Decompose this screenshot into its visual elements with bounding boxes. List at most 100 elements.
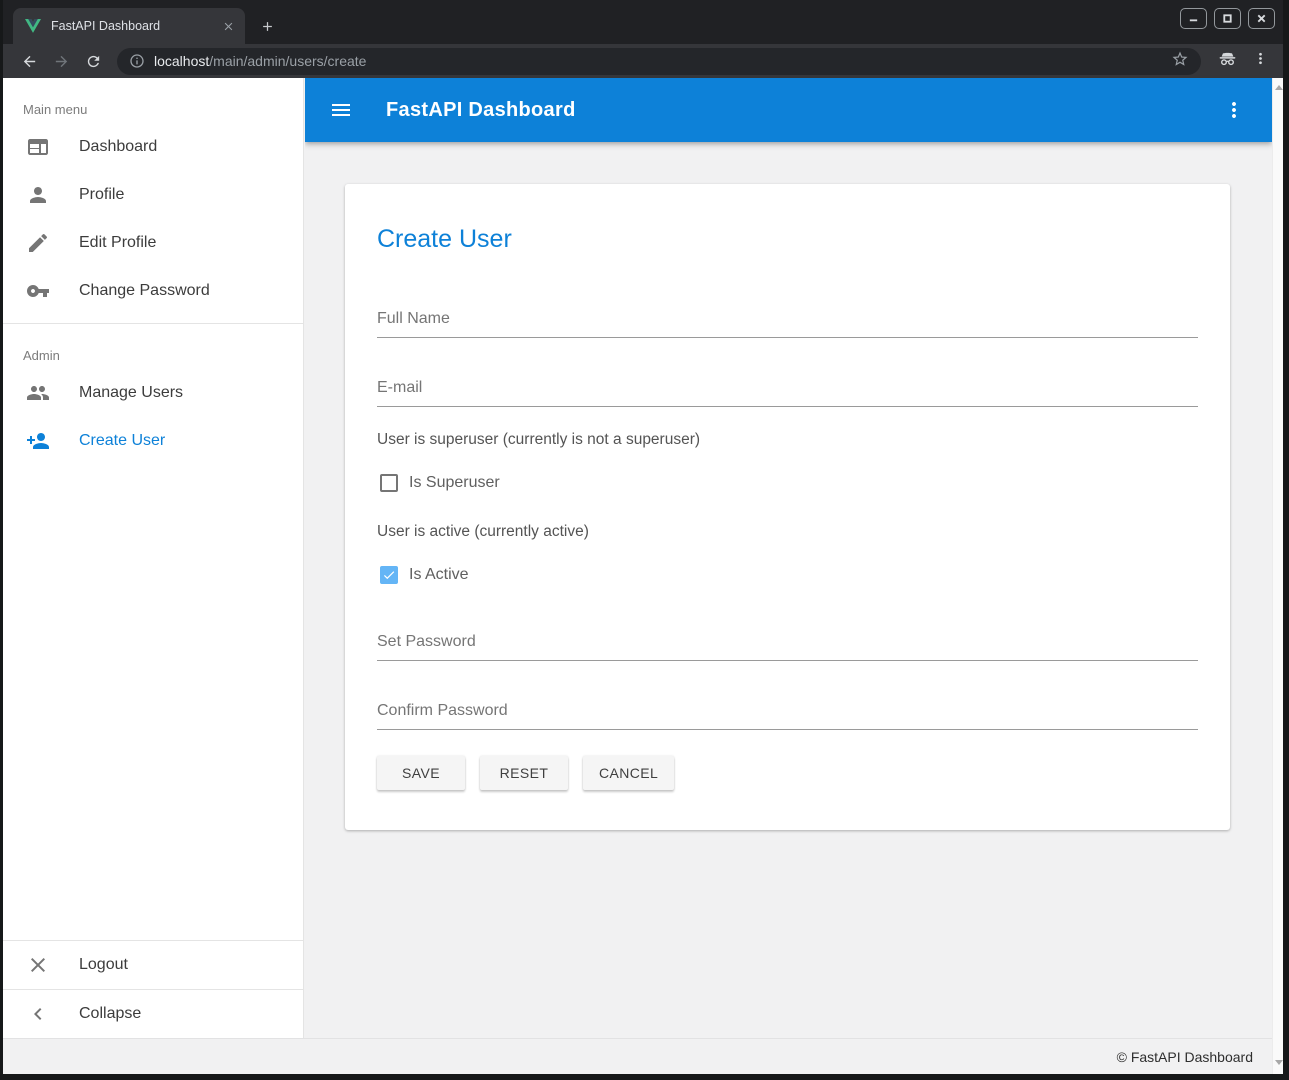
- reset-button[interactable]: RESET: [480, 756, 568, 790]
- appbar-title: FastAPI Dashboard: [386, 99, 576, 122]
- form-actions: SAVE RESET CANCEL: [377, 756, 1198, 790]
- close-icon: [1256, 13, 1267, 24]
- incognito-icon: [1217, 48, 1238, 74]
- app-body: Main menu Dashboard Profile Edit Profile…: [3, 78, 1283, 1038]
- star-icon: [1171, 50, 1189, 68]
- vertical-scrollbar[interactable]: [1272, 78, 1283, 1074]
- arrow-forward-icon: [53, 53, 70, 70]
- vue-favicon-icon: [25, 19, 41, 33]
- dashboard-icon: [26, 135, 50, 159]
- minimize-icon: [1188, 13, 1199, 24]
- person-icon: [26, 183, 50, 207]
- kebab-icon: [1252, 50, 1269, 67]
- sidebar-item-label: Profile: [79, 186, 124, 204]
- appbar: FastAPI Dashboard: [305, 78, 1272, 142]
- sidebar: Main menu Dashboard Profile Edit Profile…: [3, 78, 304, 1038]
- kebab-icon: [1222, 98, 1246, 122]
- is-superuser-row[interactable]: Is Superuser: [377, 472, 1198, 494]
- tab-title: FastAPI Dashboard: [51, 19, 219, 33]
- new-tab-button[interactable]: [253, 12, 281, 40]
- sidebar-section-main-menu: Main menu: [3, 78, 303, 123]
- chevron-left-icon: [26, 1002, 50, 1026]
- maximize-button[interactable]: [1214, 8, 1241, 29]
- create-user-card: Create User User is superuser (currently…: [345, 184, 1230, 830]
- sidebar-item-create-user[interactable]: Create User: [3, 417, 303, 465]
- sidebar-item-manage-users[interactable]: Manage Users: [3, 369, 303, 417]
- people-icon: [26, 381, 50, 405]
- toolbar-right: [1217, 48, 1269, 74]
- close-icon: [26, 953, 50, 977]
- sidebar-bottom: Logout Collapse: [3, 940, 303, 1038]
- set-password-field[interactable]: [377, 632, 1198, 661]
- plus-icon: [260, 19, 275, 34]
- page: Create User User is superuser (currently…: [305, 142, 1272, 830]
- reload-button[interactable]: [80, 48, 106, 74]
- confirm-password-field[interactable]: [377, 701, 1198, 730]
- email-input[interactable]: [377, 378, 1198, 397]
- window-frame: FastAPI Dashboard localhost/main/admin/u…: [3, 0, 1283, 1074]
- person-add-icon: [26, 429, 50, 453]
- browser-toolbar: localhost/main/admin/users/create: [3, 44, 1283, 78]
- confirm-password-input[interactable]: [377, 701, 1198, 720]
- url-host: localhost: [154, 53, 209, 69]
- full-name-input[interactable]: [377, 309, 1198, 328]
- sidebar-item-edit-profile[interactable]: Edit Profile: [3, 219, 303, 267]
- tab-close-icon[interactable]: [219, 17, 237, 35]
- sidebar-item-dashboard[interactable]: Dashboard: [3, 123, 303, 171]
- is-active-checkbox[interactable]: [380, 566, 398, 584]
- field-underline: [377, 337, 1198, 338]
- save-button[interactable]: SAVE: [377, 756, 465, 790]
- main-content: FastAPI Dashboard Create User: [305, 78, 1272, 1038]
- page-title: Create User: [377, 225, 1198, 253]
- scrollbar-down-icon[interactable]: [1275, 1060, 1283, 1065]
- sidebar-item-collapse[interactable]: Collapse: [3, 990, 303, 1038]
- close-window-button[interactable]: [1248, 8, 1275, 29]
- sidebar-item-label: Logout: [79, 956, 128, 974]
- sidebar-section-admin: Admin: [3, 324, 303, 369]
- scrollbar-up-icon[interactable]: [1275, 85, 1283, 90]
- reload-icon: [85, 53, 102, 70]
- window-controls: [1180, 8, 1275, 29]
- back-button[interactable]: [16, 48, 42, 74]
- app-footer: © FastAPI Dashboard: [3, 1038, 1283, 1074]
- set-password-input[interactable]: [377, 632, 1198, 651]
- sidebar-item-change-password[interactable]: Change Password: [3, 267, 303, 315]
- browser-window: FastAPI Dashboard localhost/main/admin/u…: [0, 0, 1289, 1080]
- sidebar-item-label: Change Password: [79, 282, 210, 300]
- maximize-icon: [1222, 13, 1233, 24]
- arrow-back-icon: [21, 53, 38, 70]
- browser-menu-button[interactable]: [1252, 50, 1269, 72]
- bookmark-button[interactable]: [1171, 50, 1189, 73]
- url-path: /main/admin/users/create: [209, 53, 366, 69]
- cancel-button[interactable]: CANCEL: [583, 756, 674, 790]
- hamburger-icon: [329, 98, 353, 122]
- browser-tabstrip: FastAPI Dashboard: [3, 0, 1283, 44]
- is-superuser-checkbox[interactable]: [380, 474, 398, 492]
- forward-button[interactable]: [48, 48, 74, 74]
- check-icon: [382, 567, 396, 583]
- is-superuser-label: Is Superuser: [409, 474, 500, 492]
- copyright-text: © FastAPI Dashboard: [1117, 1049, 1253, 1065]
- sidebar-item-label: Collapse: [79, 1005, 141, 1023]
- active-hint: User is active (currently active): [377, 522, 1198, 542]
- sidebar-item-label: Create User: [79, 432, 165, 450]
- address-bar[interactable]: localhost/main/admin/users/create: [117, 48, 1201, 75]
- superuser-hint: User is superuser (currently is not a su…: [377, 430, 1198, 450]
- is-active-label: Is Active: [409, 566, 469, 584]
- full-name-field[interactable]: [377, 309, 1198, 338]
- field-underline: [377, 729, 1198, 730]
- sidebar-item-label: Edit Profile: [79, 234, 156, 252]
- is-active-row[interactable]: Is Active: [377, 564, 1198, 586]
- sidebar-item-label: Dashboard: [79, 138, 157, 156]
- page-info-icon[interactable]: [129, 53, 145, 69]
- browser-tab[interactable]: FastAPI Dashboard: [13, 8, 245, 44]
- sidebar-item-logout[interactable]: Logout: [3, 941, 303, 989]
- email-field[interactable]: [377, 378, 1198, 407]
- pencil-icon: [26, 231, 50, 255]
- appbar-menu-button[interactable]: [1222, 98, 1246, 122]
- url-text: localhost/main/admin/users/create: [154, 53, 366, 69]
- field-underline: [377, 660, 1198, 661]
- minimize-button[interactable]: [1180, 8, 1207, 29]
- hamburger-menu-button[interactable]: [329, 98, 353, 122]
- sidebar-item-profile[interactable]: Profile: [3, 171, 303, 219]
